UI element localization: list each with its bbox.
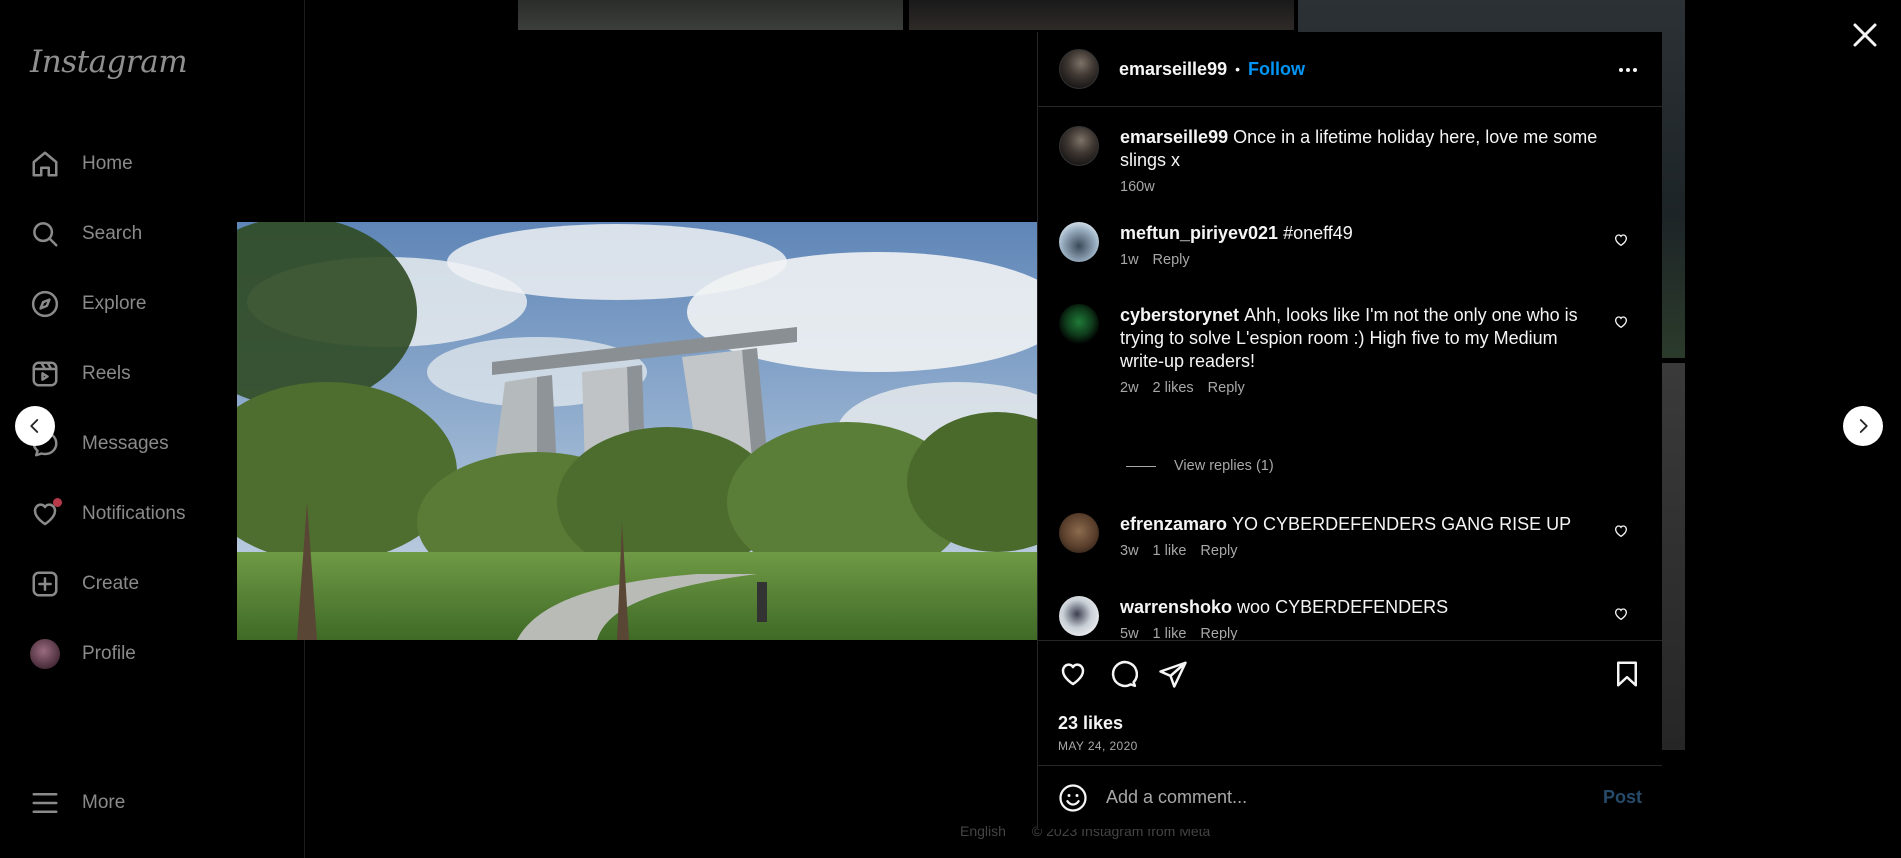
profile-grid-tile <box>518 0 903 30</box>
post-photo <box>237 222 1037 640</box>
comment-likes-count[interactable]: 2 likes <box>1153 380 1194 396</box>
sidebar-item-label: Create <box>82 573 140 594</box>
sidebar-item-home[interactable]: Home <box>30 144 133 184</box>
sidebar-item-label: Profile <box>82 643 136 664</box>
like-comment-icon[interactable] <box>1613 314 1629 330</box>
chevron-right-icon <box>1859 419 1868 433</box>
avatar[interactable] <box>1059 222 1099 262</box>
comment-age[interactable]: 1w <box>1120 252 1139 268</box>
chevron-left-icon <box>30 419 39 433</box>
bookmark-icon[interactable] <box>1612 659 1642 689</box>
sidebar-item-profile[interactable]: Profile <box>30 634 136 674</box>
avatar[interactable] <box>1059 513 1099 553</box>
sidebar-item-label: Messages <box>82 433 169 454</box>
avatar <box>30 639 60 669</box>
sidebar-item-label: Explore <box>82 293 147 314</box>
comment-item: warrenshoko woo CYBERDEFENDERS 5w 1 like Re… <box>1059 596 1629 640</box>
share-icon[interactable] <box>1158 659 1188 689</box>
post-comment-button[interactable]: Post <box>1603 787 1642 808</box>
comment-username[interactable]: meftun_piriyev021 <box>1120 223 1278 243</box>
comment-age[interactable]: 5w <box>1120 626 1139 640</box>
follow-button[interactable]: Follow <box>1248 59 1305 80</box>
instagram-logo[interactable]: Instagram <box>30 44 188 80</box>
search-icon <box>33 222 58 247</box>
post-header: emarseille99 • Follow <box>1038 32 1662 107</box>
avatar[interactable] <box>1059 596 1099 636</box>
post-owner-username[interactable]: emarseille99 <box>1119 59 1227 80</box>
like-comment-icon[interactable] <box>1613 606 1629 622</box>
comment-text: YO CYBERDEFENDERS GANG RISE UP <box>1232 514 1572 534</box>
separator-dot: • <box>1235 61 1240 77</box>
comment-username[interactable]: cyberstorynet <box>1120 305 1239 325</box>
sidebar-item-label: More <box>82 792 126 813</box>
like-comment-icon[interactable] <box>1613 232 1629 248</box>
reply-button[interactable]: Reply <box>1153 252 1190 268</box>
comment-item: efrenzamaro YO CYBERDEFENDERS GANG RISE U… <box>1059 513 1629 559</box>
add-comment-bar: Post <box>1038 765 1662 829</box>
reply-button[interactable]: Reply <box>1200 626 1237 640</box>
sidebar-item-label: Reels <box>82 363 131 384</box>
post-detail-panel: emarseille99 • Follow emarseille99 Once i… <box>1037 32 1662 829</box>
comment-item: meftun_piriyev021 #oneff49 1w Reply <box>1059 222 1629 268</box>
avatar[interactable] <box>1059 49 1099 89</box>
comment-likes-count[interactable]: 1 like <box>1153 543 1187 559</box>
reply-button[interactable]: Reply <box>1208 380 1245 396</box>
sidebar-item-label: Search <box>82 223 143 244</box>
emoji-icon[interactable] <box>1058 783 1088 813</box>
comment-icon[interactable] <box>1108 659 1138 689</box>
comment-username[interactable]: efrenzamaro <box>1120 514 1227 534</box>
view-replies-label: View replies (1) <box>1174 458 1274 474</box>
comment-username[interactable]: emarseille99 <box>1120 127 1228 147</box>
reply-button[interactable]: Reply <box>1200 543 1237 559</box>
caption-text: emarseille99 Once in a lifetime holiday h… <box>1120 126 1600 172</box>
comment-text: woo CYBERDEFENDERS <box>1237 597 1449 617</box>
notification-badge <box>53 498 62 507</box>
previous-post-button[interactable] <box>15 406 55 446</box>
close-icon[interactable] <box>1850 20 1880 50</box>
profile-grid-tile <box>909 0 1294 30</box>
sidebar-item-label: Home <box>82 153 133 174</box>
menu-icon <box>32 793 58 813</box>
like-comment-icon[interactable] <box>1613 523 1629 539</box>
sidebar-item-notifications[interactable]: Notifications <box>30 494 186 534</box>
language-selector[interactable]: English <box>960 823 1006 839</box>
avatar[interactable] <box>1059 126 1099 166</box>
comment-item: cyberstorynet Ahh, looks like I'm not the… <box>1059 304 1629 396</box>
like-icon[interactable] <box>1058 659 1088 689</box>
sidebar-item-search[interactable]: Search <box>30 214 142 254</box>
post-image[interactable] <box>237 222 1037 640</box>
sidebar-item-explore[interactable]: Explore <box>30 284 146 324</box>
comment-age[interactable]: 3w <box>1120 543 1139 559</box>
sidebar-item-create[interactable]: Create <box>30 564 139 604</box>
home-icon <box>32 151 58 177</box>
comment-age[interactable]: 160w <box>1120 179 1155 195</box>
comment-likes-count[interactable]: 1 like <box>1153 626 1187 640</box>
sidebar-item-label: Notifications <box>82 503 186 524</box>
comment-text: #oneff49 <box>1283 223 1353 243</box>
likes-count[interactable]: 23 likes <box>1058 713 1123 734</box>
avatar[interactable] <box>1059 304 1099 344</box>
more-options-icon[interactable] <box>1616 58 1640 82</box>
comments-list[interactable]: emarseille99 Once in a lifetime holiday h… <box>1038 108 1662 640</box>
reels-icon <box>32 361 58 387</box>
post-date[interactable]: MAY 24, 2020 <box>1058 739 1138 753</box>
view-replies-button[interactable]: View replies (1) <box>1126 458 1274 474</box>
sidebar-item-reels[interactable]: Reels <box>30 354 131 394</box>
compass-icon <box>31 290 59 318</box>
comment-username[interactable]: warrenshoko <box>1120 597 1232 617</box>
plus-square-icon <box>32 571 58 597</box>
post-caption: emarseille99 Once in a lifetime holiday h… <box>1059 126 1629 195</box>
comment-input[interactable] <box>1106 787 1603 808</box>
divider-line <box>1126 465 1156 467</box>
next-post-button[interactable] <box>1843 406 1883 446</box>
sidebar-item-more[interactable]: More <box>30 783 125 823</box>
comment-age[interactable]: 2w <box>1120 380 1139 396</box>
